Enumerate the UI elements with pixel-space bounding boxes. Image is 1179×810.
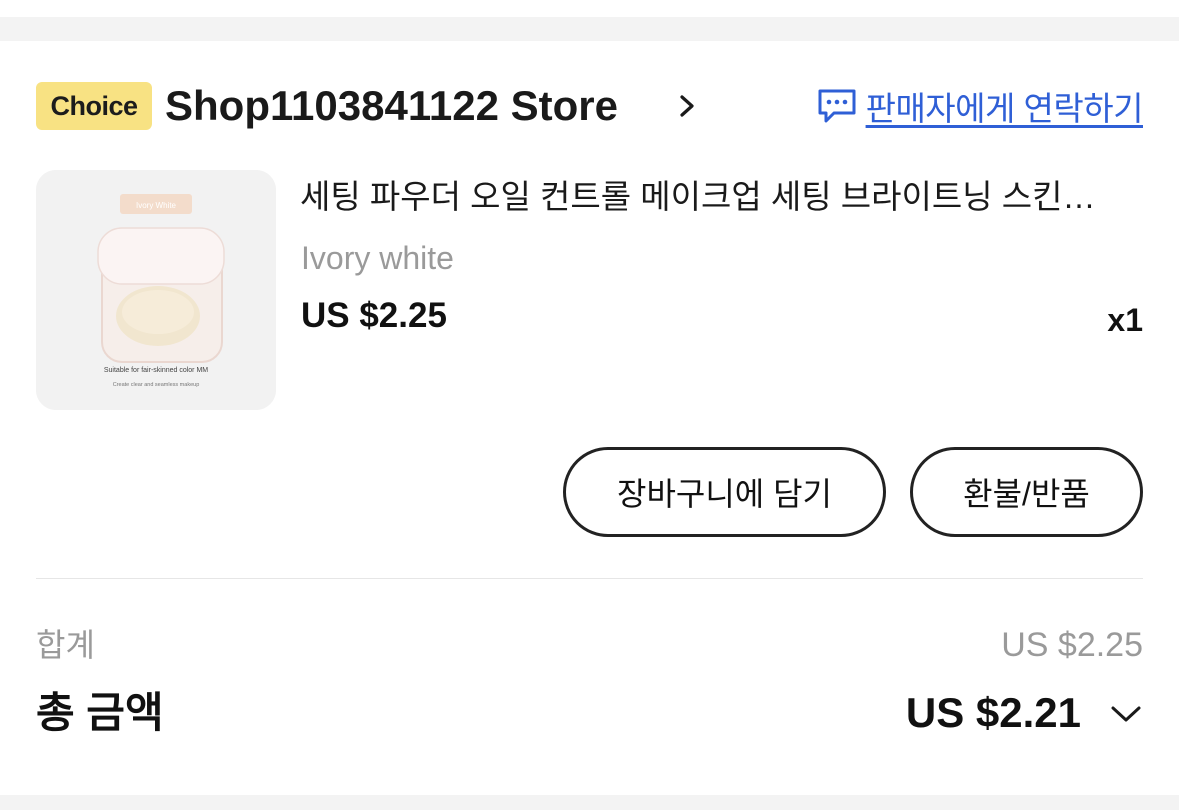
chat-bubble-icon [818, 89, 856, 123]
product-image-label: Ivory White [136, 201, 177, 210]
total-label: 총 금액 [36, 689, 164, 736]
store-name-link[interactable]: Shop1103841122 Store [165, 80, 618, 132]
top-band [0, 0, 1179, 17]
add-to-cart-button[interactable]: 장바구니에 담기 [563, 447, 886, 537]
contact-seller-label: 판매자에게 연락하기 [865, 90, 1144, 127]
product-quantity: x1 [1107, 302, 1143, 338]
product-image-subcaption: Create clear and seamless makeup [113, 382, 200, 388]
choice-badge: Choice [36, 82, 152, 130]
product-thumbnail[interactable]: Ivory White Suitable for fair-skinned co… [36, 170, 276, 410]
chevron-down-icon[interactable] [1109, 702, 1143, 726]
subtotal-value: US $2.25 [1001, 626, 1143, 664]
refund-return-button[interactable]: 환불/반품 [910, 447, 1143, 537]
divider [36, 578, 1143, 579]
section-separator-bottom [0, 795, 1179, 810]
total-value[interactable]: US $2.21 [906, 688, 1081, 738]
contact-seller-link[interactable]: 판매자에게 연락하기 [816, 84, 1144, 128]
product-variant: Ivory white [301, 240, 454, 276]
subtotal-label: 합계 [36, 627, 95, 663]
store-header: Choice Shop1103841122 Store 판매자에게 연락하기 [36, 80, 1144, 132]
compact-powder-image: Ivory White Suitable for fair-skinned co… [36, 170, 276, 410]
product-price: US $2.25 [301, 296, 447, 335]
product-image-caption: Suitable for fair-skinned color MM [104, 367, 208, 374]
product-title[interactable]: 세팅 파우더 오일 컨트롤 메이크업 세팅 브라이트닝 스킨… [300, 175, 1120, 219]
section-separator-top [0, 17, 1179, 41]
chevron-right-icon[interactable] [676, 92, 698, 120]
